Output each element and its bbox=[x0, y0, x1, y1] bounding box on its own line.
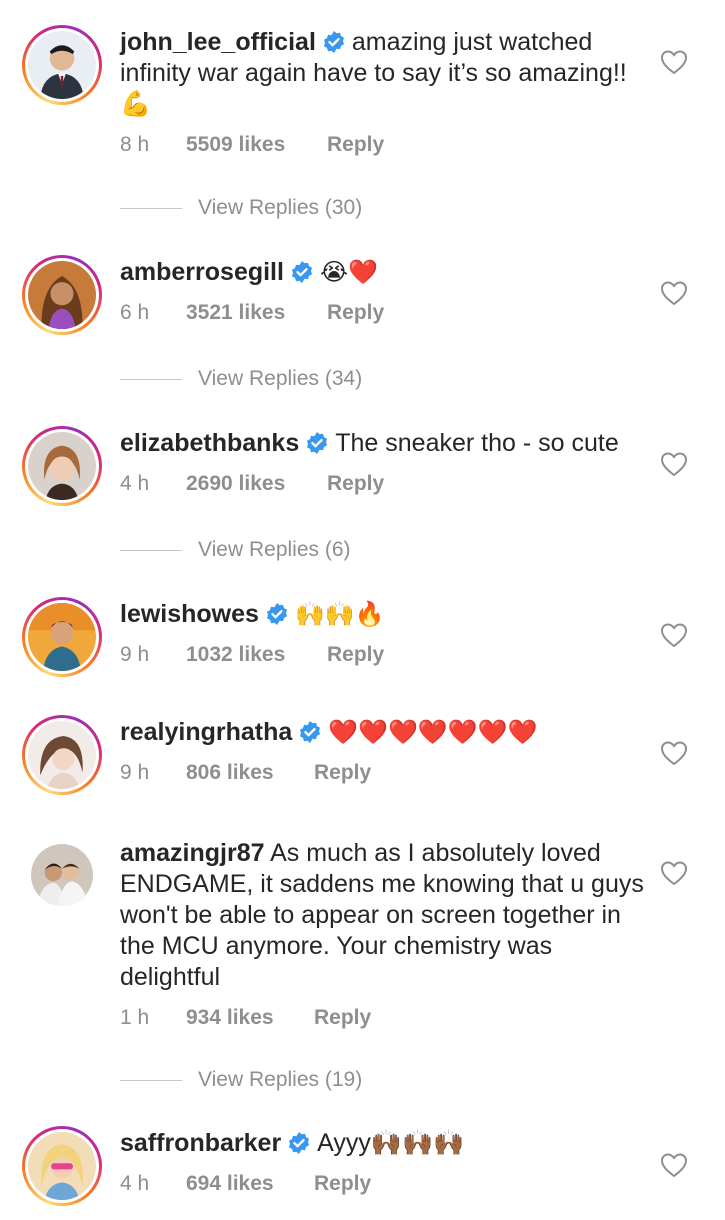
avatar-story-ring[interactable] bbox=[22, 25, 102, 105]
avatar-story-ring[interactable] bbox=[22, 715, 102, 795]
comment-username[interactable]: realyingrhatha bbox=[120, 718, 292, 746]
verified-badge-icon bbox=[298, 720, 322, 744]
avatar bbox=[28, 31, 96, 99]
comment-time: 1 h bbox=[120, 1006, 150, 1029]
avatar-story-ring[interactable] bbox=[22, 597, 102, 677]
comment-likes[interactable]: 694 likes bbox=[186, 1172, 314, 1196]
avatar bbox=[28, 1132, 96, 1200]
comment-likes[interactable]: 5509 likes bbox=[186, 133, 327, 157]
reply-button[interactable]: Reply bbox=[327, 301, 384, 325]
comment-username[interactable]: amazingjr87 bbox=[120, 839, 265, 867]
comment-username[interactable]: lewishowes bbox=[120, 600, 259, 628]
comment-time: 4 h bbox=[120, 1172, 150, 1195]
reply-button[interactable]: Reply bbox=[327, 643, 384, 667]
reply-button[interactable]: Reply bbox=[327, 133, 384, 157]
like-heart-icon[interactable] bbox=[660, 451, 688, 477]
comment-likes[interactable]: 806 likes bbox=[186, 761, 314, 785]
comment-text: ❤️❤️❤️❤️❤️❤️❤️ bbox=[328, 719, 538, 746]
like-heart-icon[interactable] bbox=[660, 49, 688, 75]
avatar-story-ring[interactable] bbox=[22, 1126, 102, 1206]
comment-text: Ayyy🙌🏾🙌🏾🙌🏾 bbox=[317, 1129, 465, 1157]
divider-line bbox=[120, 549, 182, 551]
verified-badge-icon bbox=[287, 1131, 311, 1155]
comment-text: The sneaker tho - so cute bbox=[335, 429, 619, 457]
comment-username[interactable]: elizabethbanks bbox=[120, 429, 299, 457]
view-replies-label: View Replies (34) bbox=[198, 367, 363, 390]
comment-likes[interactable]: 1032 likes bbox=[186, 643, 327, 667]
comment-username[interactable]: saffronbarker bbox=[120, 1129, 281, 1157]
avatar-story-ring[interactable] bbox=[22, 426, 102, 506]
comment-username[interactable]: amberrosegill bbox=[120, 258, 284, 286]
comment-likes[interactable]: 3521 likes bbox=[186, 301, 327, 325]
avatar-story-ring[interactable] bbox=[22, 255, 102, 335]
like-heart-icon[interactable] bbox=[660, 1152, 688, 1178]
comment-likes[interactable]: 934 likes bbox=[186, 1006, 314, 1030]
comment-time: 8 h bbox=[120, 133, 150, 156]
view-replies-button[interactable]: View Replies (30) bbox=[120, 196, 362, 220]
verified-badge-icon bbox=[290, 260, 314, 284]
comment-text: 😭❤️ bbox=[319, 259, 378, 286]
view-replies-label: View Replies (19) bbox=[198, 1068, 363, 1091]
view-replies-button[interactable]: View Replies (19) bbox=[120, 1068, 362, 1092]
avatar bbox=[31, 844, 93, 906]
comment-time: 6 h bbox=[120, 301, 150, 324]
like-heart-icon[interactable] bbox=[660, 280, 688, 306]
verified-badge-icon bbox=[305, 431, 329, 455]
comment-username[interactable]: john_lee_official bbox=[120, 28, 316, 56]
view-replies-label: View Replies (30) bbox=[198, 196, 363, 219]
like-heart-icon[interactable] bbox=[660, 740, 688, 766]
reply-button[interactable]: Reply bbox=[327, 472, 384, 496]
reply-button[interactable]: Reply bbox=[314, 761, 371, 785]
comment-time: 9 h bbox=[120, 761, 150, 784]
avatar bbox=[28, 603, 96, 671]
comment-time: 9 h bbox=[120, 643, 150, 666]
comment-time: 4 h bbox=[120, 472, 150, 495]
reply-button[interactable]: Reply bbox=[314, 1172, 371, 1196]
comment-likes[interactable]: 2690 likes bbox=[186, 472, 327, 496]
avatar bbox=[28, 261, 96, 329]
view-replies-button[interactable]: View Replies (6) bbox=[120, 538, 351, 562]
avatar bbox=[28, 432, 96, 500]
like-heart-icon[interactable] bbox=[660, 860, 688, 886]
comments-feed: john_lee_official amazing just watched in… bbox=[0, 0, 725, 1220]
divider-line bbox=[120, 207, 182, 209]
verified-badge-icon bbox=[322, 30, 346, 54]
avatar-wrapper[interactable] bbox=[22, 835, 102, 915]
avatar bbox=[28, 721, 96, 789]
comment-text: 🙌🙌🔥 bbox=[294, 601, 385, 628]
like-heart-icon[interactable] bbox=[660, 622, 688, 648]
view-replies-label: View Replies (6) bbox=[198, 538, 351, 561]
reply-button[interactable]: Reply bbox=[314, 1006, 371, 1030]
divider-line bbox=[120, 378, 182, 380]
divider-line bbox=[120, 1079, 182, 1081]
view-replies-button[interactable]: View Replies (34) bbox=[120, 367, 362, 391]
verified-badge-icon bbox=[265, 602, 289, 626]
